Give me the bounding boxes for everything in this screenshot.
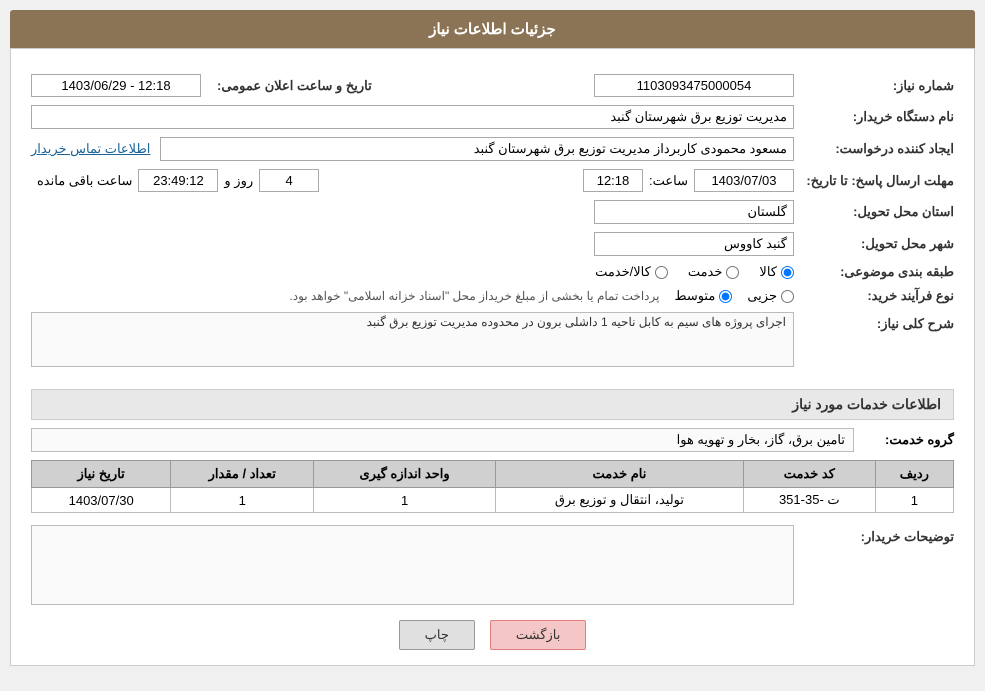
services-table: ردیف کد خدمت نام خدمت واحد اندازه گیری ت… <box>31 460 954 513</box>
category-option-kala-khedmat[interactable]: کالا/خدمت <box>595 264 668 280</box>
city-label: شهر محل تحویل: <box>794 236 954 252</box>
response-time-label: ساعت: <box>649 173 688 189</box>
need-number-label: شماره نیاز: <box>794 78 954 94</box>
response-remaining-label: ساعت باقی مانده <box>37 173 132 189</box>
service-group-label: گروه خدمت: <box>854 432 954 448</box>
cell-name: تولید، انتقال و توزیع برق <box>495 488 743 513</box>
response-date: 1403/07/03 <box>694 169 794 192</box>
response-time: 12:18 <box>583 169 643 192</box>
page-title: جزئیات اطلاعات نیاز <box>429 21 556 38</box>
services-section-header: اطلاعات خدمات مورد نیاز <box>31 389 954 420</box>
response-remaining: 23:49:12 <box>138 169 218 192</box>
creator-label: ایجاد کننده درخواست: <box>794 141 954 157</box>
buyer-notes-label: توضیحات خریدار: <box>794 525 954 545</box>
category-option-khedmat[interactable]: خدمت <box>688 264 740 280</box>
response-days: 4 <box>259 169 319 192</box>
col-qty: تعداد / مقدار <box>171 461 314 488</box>
need-number-value: 1103093475000054 <box>594 74 794 97</box>
buyer-notes-textarea[interactable] <box>31 525 794 605</box>
purchase-type-row: جزیی متوسط پرداخت تمام یا بخشی از مبلغ خ… <box>289 288 794 304</box>
city-value: گنبد کاووس <box>594 232 794 256</box>
col-unit: واحد اندازه گیری <box>314 461 496 488</box>
category-option-kala[interactable]: کالا <box>759 264 794 280</box>
purchase-type-label: نوع فرآیند خرید: <box>794 288 954 304</box>
print-button[interactable]: چاپ <box>399 620 475 650</box>
col-date: تاریخ نیاز <box>32 461 171 488</box>
cell-qty: 1 <box>171 488 314 513</box>
buyer-org-value: مدیریت توزیع برق شهرستان گنبد <box>31 105 794 129</box>
cell-date: 1403/07/30 <box>32 488 171 513</box>
announcement-date-label: تاریخ و ساعت اعلان عمومی: <box>207 78 372 94</box>
category-label: طبقه بندی موضوعی: <box>794 264 954 280</box>
category-radio-group: کالا خدمت کالا/خدمت <box>595 264 794 280</box>
description-textarea[interactable] <box>31 312 794 367</box>
purchase-type-note: پرداخت تمام یا بخشی از مبلغ خریداز محل "… <box>289 289 659 303</box>
buyer-contact-link[interactable]: اطلاعات تماس خریدار <box>31 141 150 157</box>
purchase-type-mottavasset[interactable]: متوسط <box>674 288 732 304</box>
announcement-date-value: 1403/06/29 - 12:18 <box>31 74 201 97</box>
description-label: شرح کلی نیاز: <box>794 312 954 332</box>
province-value: گلستان <box>594 200 794 224</box>
response-days-label: روز و <box>224 173 253 189</box>
col-code: کد خدمت <box>743 461 875 488</box>
col-name: نام خدمت <box>495 461 743 488</box>
cell-unit: 1 <box>314 488 496 513</box>
service-group-value: تامین برق، گاز، بخار و تهویه هوا <box>31 428 854 452</box>
back-button[interactable]: بازگشت <box>490 620 586 650</box>
cell-code: ت -35-351 <box>743 488 875 513</box>
buttons-row: بازگشت چاپ <box>31 620 954 650</box>
province-label: استان محل تحویل: <box>794 204 954 220</box>
response-deadline-label: مهلت ارسال پاسخ: تا تاریخ: <box>794 173 954 189</box>
cell-row: 1 <box>875 488 953 513</box>
creator-value: مسعود محمودی کاربرداز مدیریت توزیع برق ش… <box>160 137 794 161</box>
table-row: 1 ت -35-351 تولید، انتقال و توزیع برق 1 … <box>32 488 954 513</box>
page-header: جزئیات اطلاعات نیاز <box>10 10 975 48</box>
purchase-type-jozi[interactable]: جزیی <box>747 288 794 304</box>
col-row: ردیف <box>875 461 953 488</box>
buyer-org-label: نام دستگاه خریدار: <box>794 109 954 125</box>
